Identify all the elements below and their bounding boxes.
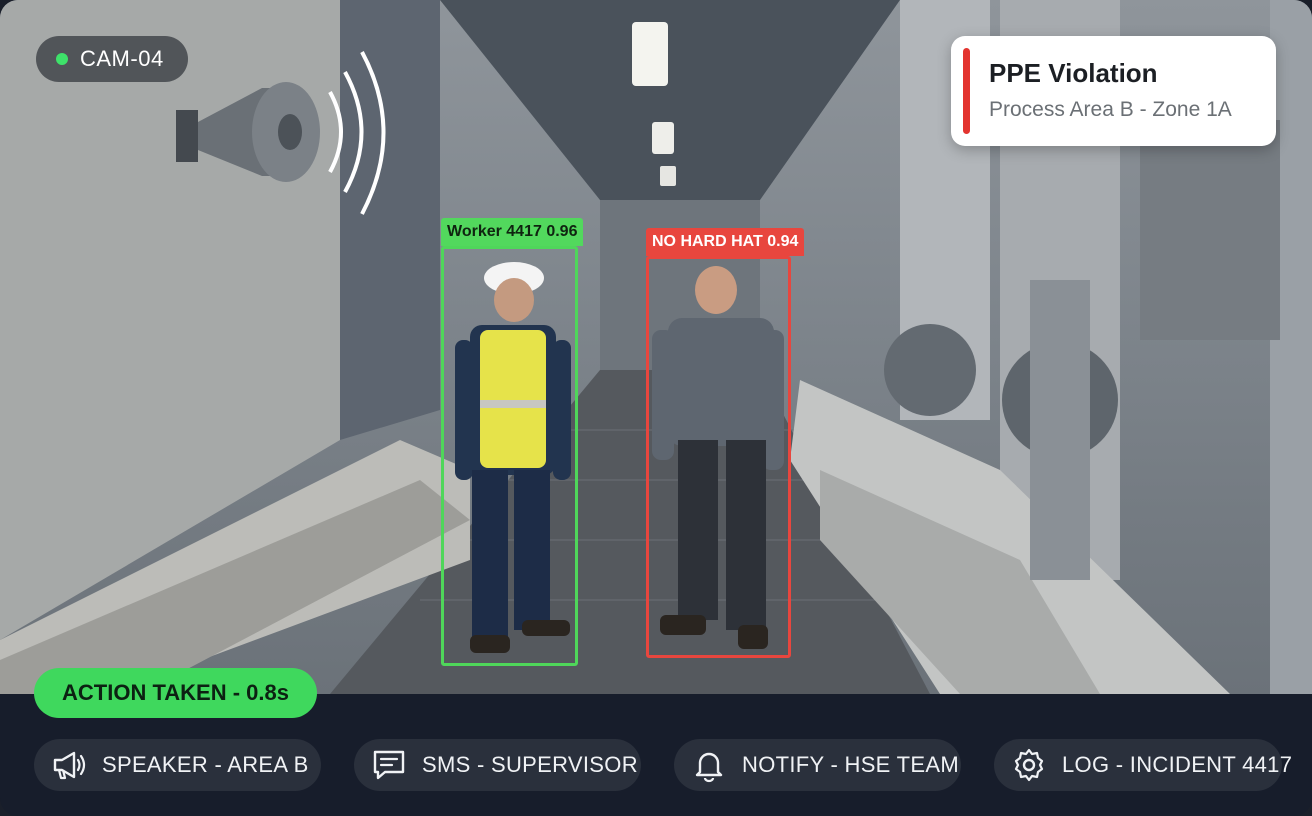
notify-action-button[interactable]: NOTIFY - HSE TEAM <box>674 739 961 791</box>
notify-action-label: NOTIFY - HSE TEAM <box>742 752 959 777</box>
megaphone-icon <box>50 746 88 784</box>
camera-feed: CAM-04 PPE Violation Process Area B - Zo… <box>0 0 1312 694</box>
alert-location: Process Area B - Zone 1A <box>989 98 1232 121</box>
detection-box-violation[interactable] <box>646 256 791 658</box>
sms-action-label: SMS - SUPERVISOR <box>422 752 638 777</box>
violation-alert-card[interactable]: PPE Violation Process Area B - Zone 1A <box>951 36 1276 146</box>
alert-title: PPE Violation <box>989 58 1158 88</box>
gear-icon <box>1010 746 1048 784</box>
log-action-label: LOG - INCIDENT 4417 <box>1062 752 1293 777</box>
detection-label-violation: NO HARD HAT 0.94 <box>646 228 805 256</box>
camera-id-badge: CAM-04 <box>36 36 188 82</box>
live-status-dot <box>56 53 68 65</box>
alert-accent-bar <box>963 48 970 134</box>
speaker-action-label: SPEAKER - AREA B <box>102 752 309 777</box>
action-taken-badge: ACTION TAKEN - 0.8s <box>34 668 317 718</box>
sms-action-button[interactable]: SMS - SUPERVISOR <box>354 739 641 791</box>
camera-alert-view: CAM-04 PPE Violation Process Area B - Zo… <box>0 0 1312 816</box>
log-action-button[interactable]: LOG - INCIDENT 4417 <box>994 739 1292 791</box>
camera-id-label: CAM-04 <box>80 46 164 71</box>
detection-box-worker[interactable] <box>441 246 578 666</box>
bell-icon <box>690 746 728 784</box>
message-icon <box>370 746 408 784</box>
detection-label-worker: Worker 4417 0.96 <box>441 218 584 246</box>
speaker-action-button[interactable]: SPEAKER - AREA B <box>34 739 321 791</box>
